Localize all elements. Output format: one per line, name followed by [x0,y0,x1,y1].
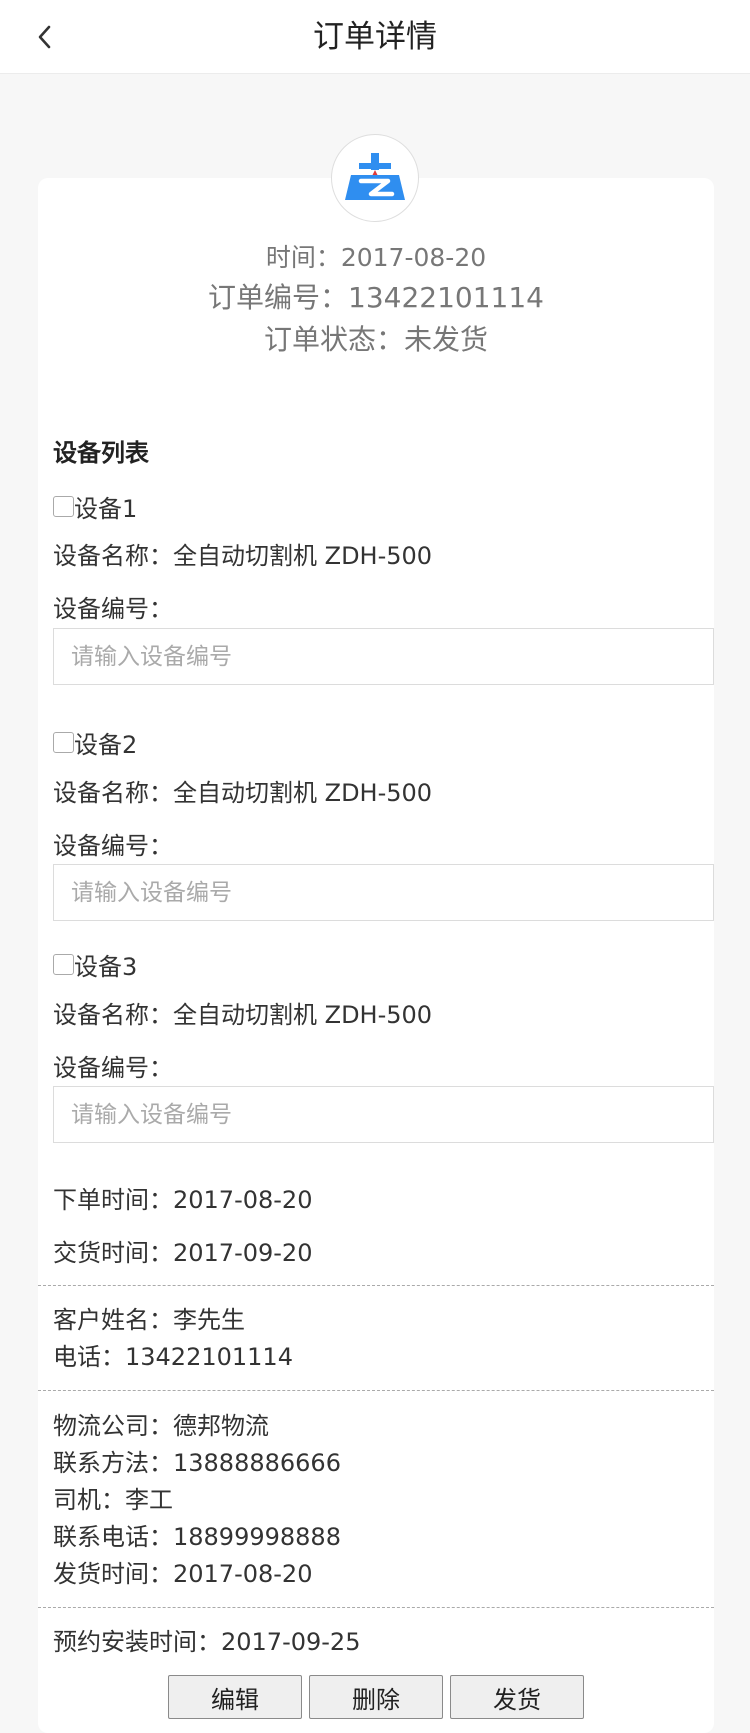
device-3-header: 设备3 [53,947,137,982]
logistics-contact: 联系方法：13888886666 [53,1449,341,1477]
page-title: 订单详情 [313,19,437,55]
company-logo-icon [345,153,405,200]
divider [38,1390,714,1391]
device-list-title: 设备列表 [53,439,149,467]
device-2-name: 设备名称：全自动切割机 ZDH-500 [53,779,433,807]
edit-button[interactable]: 编辑 [168,1675,302,1719]
driver-name: 司机：李工 [53,1486,173,1514]
device-1-header: 设备1 [53,489,137,524]
customer-name: 客户姓名：李先生 [53,1306,245,1334]
device-3-number-label: 设备编号： [53,1054,173,1082]
order-date: 下单时间：2017-08-20 [53,1186,313,1214]
logistics-company: 物流公司：德邦物流 [53,1412,269,1440]
device-1-checkbox[interactable] [53,496,74,517]
divider [38,1285,714,1286]
install-date: 预约安装时间：2017-09-25 [53,1628,361,1656]
device-1-label: 设备1 [74,495,138,523]
company-logo [331,134,419,222]
device-3-checkbox[interactable] [53,954,74,975]
device-3-label: 设备3 [74,953,138,981]
divider [38,1607,714,1608]
device-2-number-input[interactable] [53,864,714,921]
device-2-header: 设备2 [53,725,137,760]
delete-button[interactable]: 删除 [309,1675,443,1719]
device-1-name: 设备名称：全自动切割机 ZDH-500 [53,542,433,570]
device-3-number-input[interactable] [53,1086,714,1143]
device-2-label: 设备2 [74,731,138,759]
ship-date: 发货时间：2017-08-20 [53,1560,313,1588]
customer-phone: 电话：13422101114 [53,1343,293,1371]
device-2-number-label: 设备编号： [53,832,173,860]
device-1-number-input[interactable] [53,628,714,685]
driver-phone: 联系电话：18899998888 [53,1523,341,1551]
delivery-date: 交货时间：2017-09-20 [53,1239,313,1267]
device-1-number-label: 设备编号： [53,595,173,623]
order-number: 订单编号：13422101114 [208,281,544,314]
order-time: 时间：2017-08-20 [265,243,487,272]
top-bar: 订单详情 [0,0,750,74]
device-3-name: 设备名称：全自动切割机 ZDH-500 [53,1001,433,1029]
device-2-checkbox[interactable] [53,732,74,753]
order-status: 订单状态：未发货 [263,323,488,356]
ship-button[interactable]: 发货 [450,1675,584,1719]
